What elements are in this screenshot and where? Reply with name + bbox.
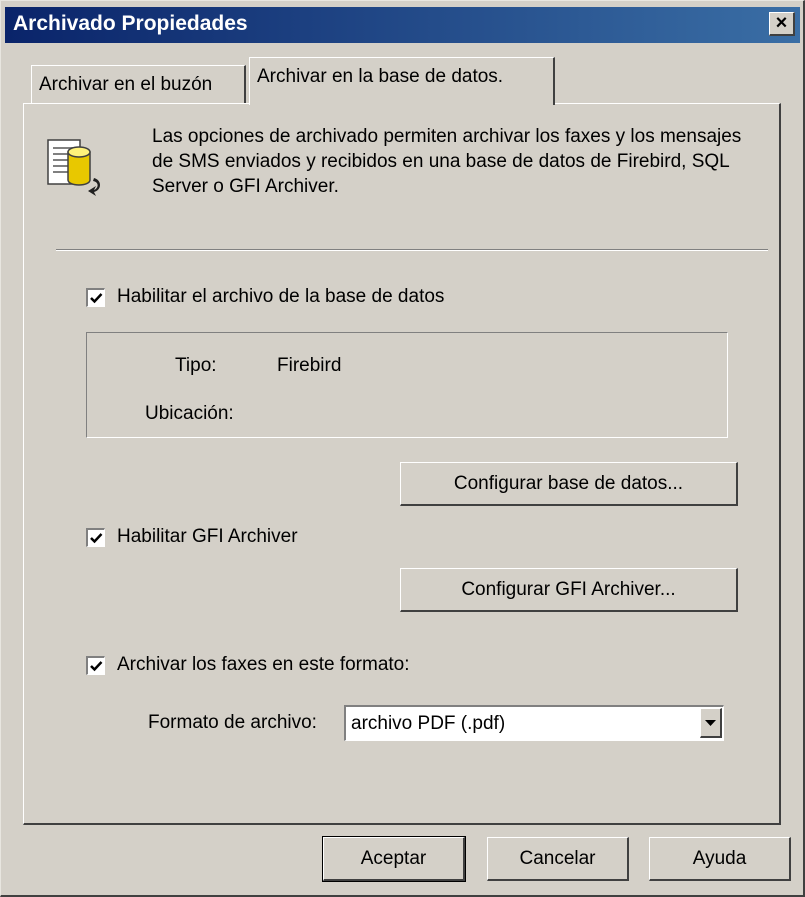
help-button[interactable]: Ayuda — [649, 837, 791, 881]
archive-format-checkbox-row[interactable]: Archivar los faxes en este formato: — [86, 651, 410, 679]
enable-gfi-checkbox-row[interactable]: Habilitar GFI Archiver — [86, 523, 298, 551]
tab-label: Archivar en el buzón — [39, 74, 213, 95]
file-format-value: archivo PDF (.pdf) — [351, 713, 506, 734]
location-label: Ubicación: — [145, 403, 234, 424]
dropdown-arrow-icon[interactable] — [700, 708, 722, 738]
archive-format-checkbox[interactable] — [86, 655, 105, 675]
type-value: Firebird — [277, 355, 342, 376]
close-button[interactable]: × — [769, 12, 795, 36]
enable-database-label: Habilitar el archivo de la base de datos — [117, 286, 445, 307]
file-format-select[interactable]: archivo PDF (.pdf) — [344, 705, 724, 741]
configure-gfi-button[interactable]: Configurar GFI Archiver... — [400, 568, 738, 612]
database-info-box: Tipo: Firebird Ubicación: — [86, 332, 728, 438]
description-text: Las opciones de archivado permiten archi… — [152, 126, 742, 197]
archive-format-label: Archivar los faxes en este formato: — [117, 654, 410, 675]
tab-panel: Las opciones de archivado permiten archi… — [23, 103, 781, 825]
window-title: Archivado Propiedades — [13, 12, 248, 35]
tab-archive-mailbox[interactable]: Archivar en el buzón — [31, 65, 246, 103]
tab-label: Archivar en la base de datos. — [257, 66, 504, 87]
cancel-button[interactable]: Cancelar — [487, 837, 629, 881]
properties-dialog: Archivado Propiedades × Archivar en el b… — [0, 0, 805, 897]
enable-database-checkbox[interactable] — [86, 287, 105, 307]
enable-database-checkbox-row[interactable]: Habilitar el archivo de la base de datos — [86, 283, 444, 311]
configure-database-button[interactable]: Configurar base de datos... — [400, 462, 738, 506]
type-label: Tipo: — [175, 355, 217, 376]
enable-gfi-label: Habilitar GFI Archiver — [117, 526, 298, 547]
file-format-label: Formato de archivo: — [148, 712, 317, 733]
title-bar[interactable]: Archivado Propiedades × — [5, 7, 800, 43]
tab-archive-database[interactable]: Archivar en la base de datos. — [249, 57, 555, 105]
ok-button[interactable]: Aceptar — [322, 836, 466, 882]
separator — [56, 249, 768, 251]
enable-gfi-checkbox[interactable] — [86, 527, 105, 547]
database-document-icon — [46, 134, 106, 198]
